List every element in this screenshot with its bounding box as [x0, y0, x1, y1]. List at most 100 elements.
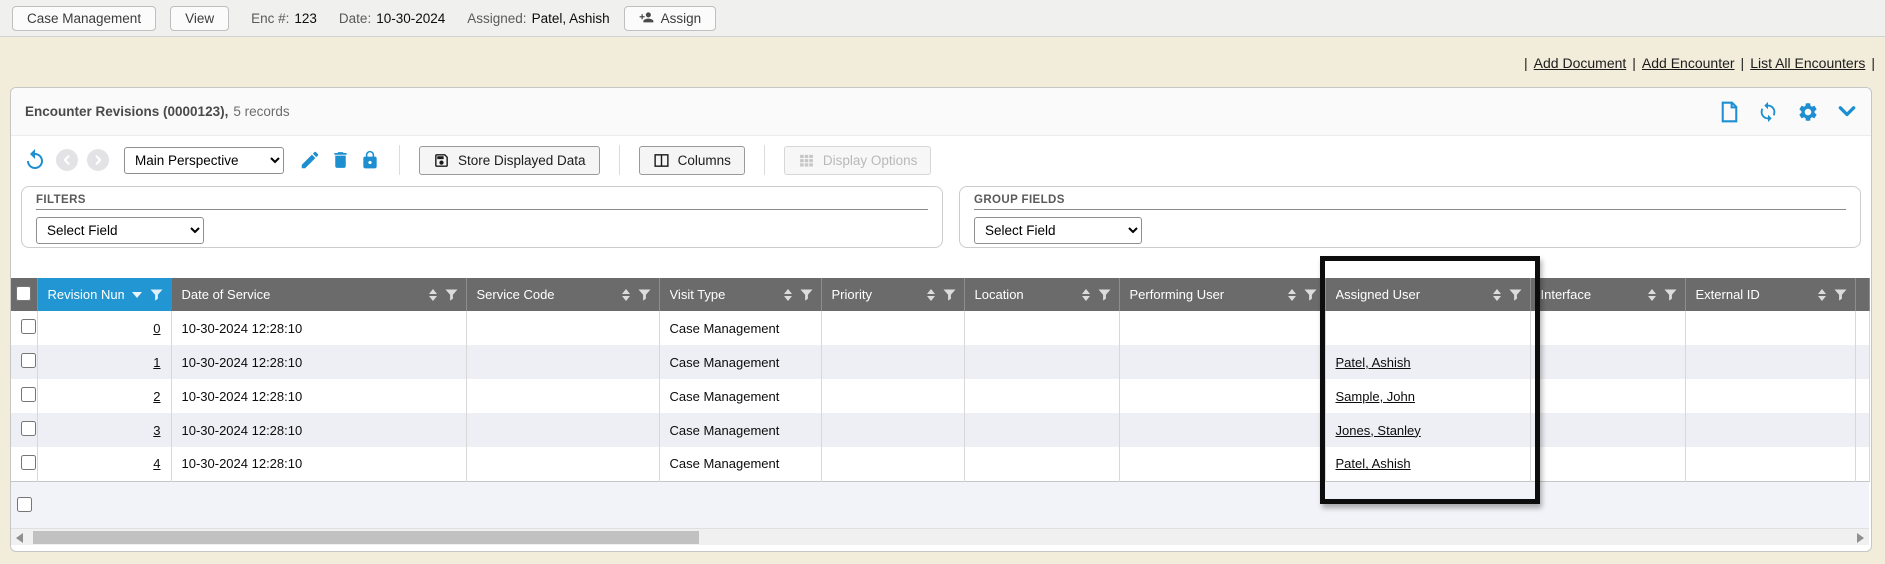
filter-funnel-icon[interactable]: [943, 289, 956, 301]
column-header-performing-user[interactable]: Performing User: [1119, 278, 1325, 311]
column-header-external-id[interactable]: External ID: [1685, 278, 1855, 311]
sort-arrows-icon[interactable]: [1648, 289, 1656, 301]
cell-performing-user: [1119, 311, 1325, 345]
horizontal-scrollbar[interactable]: [11, 528, 1869, 545]
assign-label: Assign: [661, 11, 702, 26]
column-label: Priority: [832, 287, 919, 302]
row-checkbox[interactable]: [21, 387, 36, 402]
row-checkbox[interactable]: [21, 319, 36, 334]
filter-funnel-icon[interactable]: [445, 289, 458, 301]
filter-funnel-icon[interactable]: [1509, 289, 1522, 301]
assigned-user-link[interactable]: Sample, John: [1336, 389, 1416, 404]
columns-label: Columns: [678, 153, 731, 168]
perspective-select[interactable]: Main Perspective: [124, 147, 284, 174]
refresh-icon[interactable]: [1757, 101, 1779, 123]
filter-funnel-icon[interactable]: [1834, 289, 1847, 301]
revision-link[interactable]: 1: [153, 355, 160, 370]
filter-funnel-icon[interactable]: [1098, 289, 1111, 301]
column-header-clipped[interactable]: S: [1855, 278, 1869, 311]
case-management-label: Case Management: [27, 11, 141, 26]
column-label: Date of Service: [182, 287, 421, 302]
cell-clipped: [1855, 345, 1869, 379]
scroll-left-arrow-icon[interactable]: [16, 533, 23, 543]
sort-arrows-icon[interactable]: [1493, 289, 1501, 301]
revision-link[interactable]: 2: [153, 389, 160, 404]
cell-external-id: [1685, 413, 1855, 447]
sort-desc-icon[interactable]: [132, 292, 142, 298]
filter-funnel-icon[interactable]: [1664, 289, 1677, 301]
cell-service-code: [466, 447, 659, 481]
cell-external-id: [1685, 311, 1855, 345]
undo-icon[interactable]: [23, 148, 47, 172]
link-separator: |: [1741, 55, 1745, 71]
column-label: Performing User: [1130, 287, 1280, 302]
column-header-assigned-user[interactable]: Assigned User: [1325, 278, 1530, 311]
table-row: 4 10-30-2024 12:28:10 Case Management Pa…: [11, 447, 1869, 481]
sort-arrows-icon[interactable]: [1288, 289, 1296, 301]
add-document-link[interactable]: Add Document: [1534, 55, 1627, 71]
lock-icon[interactable]: [360, 149, 380, 171]
case-management-button[interactable]: Case Management: [12, 6, 156, 31]
store-displayed-data-button[interactable]: Store Displayed Data: [419, 146, 600, 175]
assigned-user-link[interactable]: Jones, Stanley: [1336, 423, 1421, 438]
row-checkbox[interactable]: [21, 455, 36, 470]
encounter-revisions-panel: Encounter Revisions (0000123), 5 records: [10, 87, 1872, 552]
sort-arrows-icon[interactable]: [927, 289, 935, 301]
column-header-visit-type[interactable]: Visit Type: [659, 278, 821, 311]
delete-trash-icon[interactable]: [330, 149, 351, 171]
column-header-service-code[interactable]: Service Code: [466, 278, 659, 311]
revision-link[interactable]: 0: [153, 321, 160, 336]
new-document-icon[interactable]: [1720, 101, 1739, 123]
assign-button[interactable]: Assign: [624, 6, 717, 31]
new-row-checkbox[interactable]: [17, 497, 32, 512]
previous-perspective-button[interactable]: [56, 149, 78, 171]
table-row: 1 10-30-2024 12:28:10 Case Management Pa…: [11, 345, 1869, 379]
cell-performing-user: [1119, 413, 1325, 447]
sort-arrows-icon[interactable]: [622, 289, 630, 301]
column-header-interface[interactable]: Interface: [1530, 278, 1685, 311]
view-button[interactable]: View: [170, 6, 229, 31]
assigned-user-link[interactable]: Patel, Ashish: [1336, 355, 1411, 370]
sort-arrows-icon[interactable]: [429, 289, 437, 301]
gear-icon[interactable]: [1797, 101, 1819, 123]
enc-label: Enc #:: [251, 11, 289, 26]
revision-link[interactable]: 3: [153, 423, 160, 438]
column-header-date-of-service[interactable]: Date of Service: [171, 278, 466, 311]
column-header-priority[interactable]: Priority: [821, 278, 964, 311]
sort-arrows-icon[interactable]: [784, 289, 792, 301]
collapse-chevron-icon[interactable]: [1837, 104, 1857, 120]
sort-arrows-icon[interactable]: [1082, 289, 1090, 301]
assigned-value: Patel, Ashish: [532, 11, 610, 26]
filters-field-select[interactable]: Select Field: [36, 217, 204, 244]
cell-service-code: [466, 311, 659, 345]
edit-pencil-icon[interactable]: [299, 149, 321, 171]
group-fields-select[interactable]: Select Field: [974, 217, 1142, 244]
next-perspective-button[interactable]: [87, 149, 109, 171]
table-row: 3 10-30-2024 12:28:10 Case Management Jo…: [11, 413, 1869, 447]
list-all-encounters-link[interactable]: List All Encounters: [1750, 55, 1865, 71]
row-checkbox[interactable]: [21, 421, 36, 436]
select-all-checkbox[interactable]: [16, 286, 31, 301]
add-encounter-link[interactable]: Add Encounter: [1642, 55, 1735, 71]
cell-location: [964, 379, 1119, 413]
encounter-number: Enc #: 123: [251, 11, 317, 26]
date-value: 10-30-2024: [376, 11, 445, 26]
cell-date-of-service: 10-30-2024 12:28:10: [171, 379, 466, 413]
cell-location: [964, 311, 1119, 345]
assigned-label: Assigned:: [467, 11, 526, 26]
scrollbar-thumb[interactable]: [33, 531, 699, 544]
revision-link[interactable]: 4: [153, 456, 160, 471]
columns-button[interactable]: Columns: [639, 146, 745, 175]
assigned-user-link[interactable]: Patel, Ashish: [1336, 456, 1411, 471]
column-header-location[interactable]: Location: [964, 278, 1119, 311]
cell-assigned-user: Sample, John: [1325, 379, 1530, 413]
filter-funnel-icon[interactable]: [800, 289, 813, 301]
filter-funnel-icon[interactable]: [1304, 289, 1317, 301]
sort-arrows-icon[interactable]: [1818, 289, 1826, 301]
filter-funnel-icon[interactable]: [638, 289, 651, 301]
row-checkbox[interactable]: [21, 353, 36, 368]
scroll-right-arrow-icon[interactable]: [1857, 533, 1864, 543]
filter-funnel-icon[interactable]: [150, 289, 163, 301]
column-header-revision-number[interactable]: Revision Number: [37, 278, 171, 311]
select-all-header[interactable]: [11, 278, 37, 311]
